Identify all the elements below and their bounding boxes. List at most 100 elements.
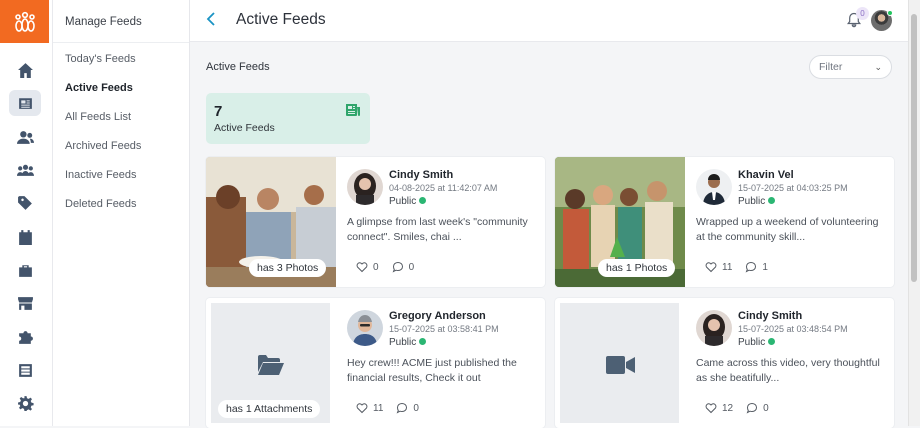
nav-feeds-icon[interactable] bbox=[9, 90, 41, 116]
post-date: 04-08-2025 at 11:42:07 AM bbox=[389, 183, 498, 193]
menu-item-archived-feeds[interactable]: Archived Feeds bbox=[65, 140, 141, 152]
nav-groups-icon[interactable] bbox=[9, 157, 41, 183]
heart-icon bbox=[705, 262, 717, 273]
like-count: 0 bbox=[373, 261, 379, 273]
icon-sidebar bbox=[0, 0, 53, 426]
author-avatar[interactable] bbox=[347, 310, 383, 346]
author-name[interactable]: Cindy Smith bbox=[389, 169, 453, 181]
chevron-left-icon bbox=[206, 12, 215, 26]
comment-count: 0 bbox=[763, 402, 769, 414]
comment-icon bbox=[746, 402, 758, 414]
post-text: A glimpse from last week's "community co… bbox=[347, 216, 528, 243]
heart-icon bbox=[356, 403, 368, 414]
post-date: 15-07-2025 at 03:58:41 PM bbox=[389, 324, 499, 334]
author-name[interactable]: Gregory Anderson bbox=[389, 310, 486, 322]
like-count: 12 bbox=[722, 402, 734, 414]
video-placeholder[interactable] bbox=[560, 303, 679, 423]
nav-store-icon[interactable] bbox=[9, 290, 41, 316]
post-stats: 12 0 bbox=[705, 402, 769, 414]
like-button[interactable]: 12 bbox=[705, 402, 733, 414]
lotus-people-logo-icon bbox=[14, 11, 35, 32]
post-date: 15-07-2025 at 03:48:54 PM bbox=[738, 324, 848, 334]
comment-count: 0 bbox=[408, 261, 415, 273]
comment-icon bbox=[745, 261, 757, 273]
folder-open-icon bbox=[258, 355, 284, 375]
visibility-text: Public bbox=[738, 196, 766, 207]
post-text: Came across this video, very thoughtful … bbox=[696, 357, 880, 384]
comment-button[interactable]: 0 bbox=[396, 402, 419, 414]
comment-button[interactable]: 0 bbox=[392, 261, 415, 273]
comment-icon bbox=[396, 402, 408, 414]
heart-icon bbox=[705, 403, 717, 414]
feed-card[interactable]: has 3 Photos Cindy Smith 04-08-2025 at 1… bbox=[206, 157, 545, 287]
menu-item-deleted-feeds[interactable]: Deleted Feeds bbox=[65, 198, 137, 210]
nav-calendar-icon[interactable] bbox=[9, 224, 41, 250]
visibility-label: Public bbox=[738, 196, 776, 207]
comment-count: 1 bbox=[762, 261, 768, 273]
menu-item-inactive-feeds[interactable]: Inactive Feeds bbox=[65, 169, 137, 181]
post-date: 15-07-2025 at 04:03:25 PM bbox=[738, 183, 848, 193]
visibility-label: Public bbox=[389, 196, 427, 207]
menu-item-todays-feeds[interactable]: Today's Feeds bbox=[65, 53, 136, 65]
post-stats: 0 0 bbox=[356, 261, 414, 273]
tag-icon bbox=[17, 195, 32, 210]
feed-card[interactable]: has 1 Photos Khavin Vel 15-07-2025 at 04… bbox=[555, 157, 894, 287]
comment-icon bbox=[392, 261, 403, 273]
store-icon bbox=[17, 296, 33, 310]
stat-label: Active Feeds bbox=[214, 122, 275, 134]
users-icon bbox=[16, 130, 34, 144]
list-icon bbox=[18, 363, 32, 377]
media-count-label: has 3 Photos bbox=[249, 259, 327, 277]
feed-card[interactable]: Cindy Smith 15-07-2025 at 03:48:54 PM Pu… bbox=[555, 298, 894, 428]
like-button[interactable]: 0 bbox=[356, 261, 379, 273]
video-camera-icon bbox=[606, 356, 635, 374]
like-count: 11 bbox=[722, 261, 733, 273]
media-count-label: has 1 Attachments bbox=[218, 400, 321, 418]
nav-settings-icon[interactable] bbox=[9, 390, 41, 416]
page-title: Active Feeds bbox=[236, 11, 326, 28]
author-avatar[interactable] bbox=[347, 169, 383, 205]
post-stats: 11 0 bbox=[356, 402, 419, 414]
back-button[interactable] bbox=[206, 12, 216, 31]
visibility-label: Public bbox=[738, 337, 776, 348]
globe-icon bbox=[768, 338, 776, 345]
filter-placeholder: Filter bbox=[819, 61, 843, 73]
globe-icon bbox=[768, 197, 776, 204]
gear-icon bbox=[17, 395, 34, 411]
nav-jobs-icon[interactable] bbox=[9, 257, 41, 283]
filter-select[interactable]: Filter ⌄ bbox=[809, 55, 892, 79]
comment-button[interactable]: 1 bbox=[745, 261, 768, 273]
globe-icon bbox=[419, 197, 427, 204]
author-name[interactable]: Khavin Vel bbox=[738, 169, 794, 181]
nav-users-icon[interactable] bbox=[9, 124, 41, 150]
calendar-icon bbox=[18, 229, 32, 245]
section-label: Active Feeds bbox=[206, 61, 270, 73]
scrollbar-thumb[interactable] bbox=[911, 14, 917, 282]
nav-tags-icon[interactable] bbox=[9, 190, 41, 216]
notification-count-badge: 0 bbox=[856, 7, 869, 20]
nav-plugins-icon[interactable] bbox=[9, 324, 41, 350]
like-button[interactable]: 11 bbox=[356, 402, 383, 414]
online-status-dot bbox=[887, 10, 893, 16]
visibility-text: Public bbox=[738, 337, 766, 348]
media-count-label: has 1 Photos bbox=[598, 259, 676, 277]
app-logo[interactable] bbox=[0, 0, 49, 43]
menu-item-all-feeds-list[interactable]: All Feeds List bbox=[65, 111, 131, 123]
like-button[interactable]: 11 bbox=[705, 261, 732, 273]
author-name[interactable]: Cindy Smith bbox=[738, 310, 802, 322]
author-avatar[interactable] bbox=[696, 169, 732, 205]
post-text: Wrapped up a weekend of volunteering at … bbox=[696, 216, 879, 243]
menu-item-active-feeds[interactable]: Active Feeds bbox=[65, 82, 133, 94]
group-icon bbox=[16, 164, 34, 176]
comment-count: 0 bbox=[413, 402, 419, 414]
nav-home-icon[interactable] bbox=[9, 57, 41, 83]
active-feeds-stat-card: 7 Active Feeds bbox=[206, 93, 370, 144]
feed-card[interactable]: has 1 Attachments Gregory Anderson 15-07… bbox=[206, 298, 545, 428]
comment-button[interactable]: 0 bbox=[746, 402, 769, 414]
home-icon bbox=[17, 62, 33, 78]
nav-lists-icon[interactable] bbox=[9, 357, 41, 383]
globe-icon bbox=[419, 338, 427, 345]
author-avatar[interactable] bbox=[696, 310, 732, 346]
post-stats: 11 1 bbox=[705, 261, 768, 273]
newspaper-icon bbox=[18, 97, 32, 109]
